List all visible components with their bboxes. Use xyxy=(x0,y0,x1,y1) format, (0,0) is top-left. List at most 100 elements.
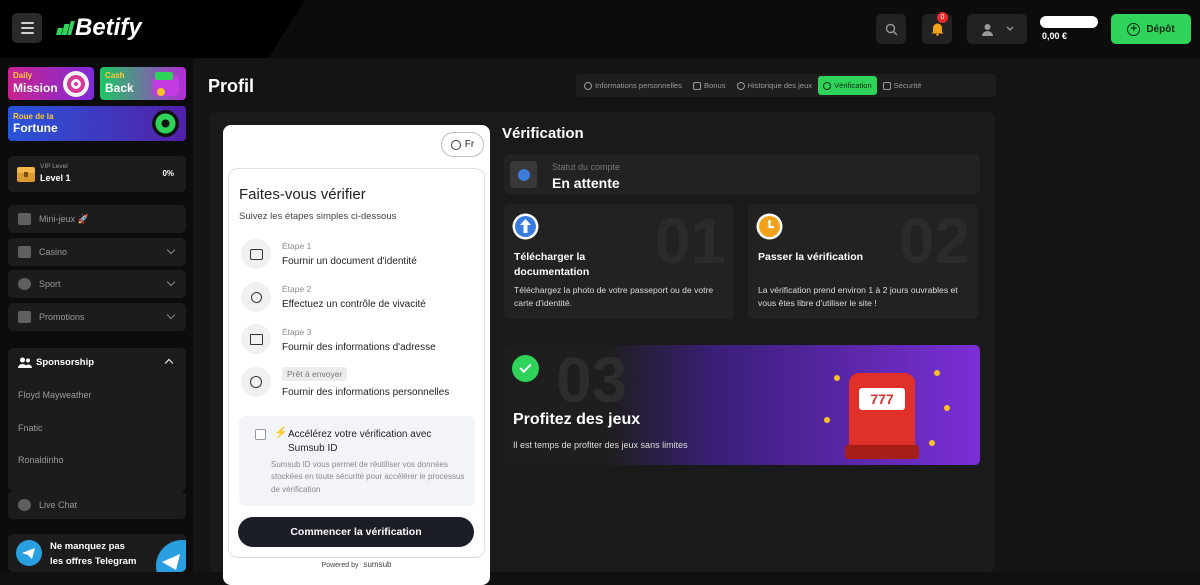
sponsorship-section: Sponsorship Floyd Mayweather Fnatic Rona… xyxy=(8,348,186,491)
step-card-play: 03 Profitez des jeux Il est temps de pro… xyxy=(504,345,980,465)
chevron-down-icon xyxy=(1006,26,1013,31)
slot-machine-icon xyxy=(18,246,31,258)
telegram-plane-icon xyxy=(156,540,186,572)
sumsub-id-checkbox[interactable] xyxy=(255,429,266,440)
cash-back-banner[interactable]: Cash Back xyxy=(100,67,186,100)
language-selector[interactable]: Fr xyxy=(441,132,484,157)
cash-big-label: Back xyxy=(105,81,134,95)
person-icon xyxy=(241,367,271,397)
tab-label: Vérification xyxy=(834,81,872,90)
daily-big-label: Mission xyxy=(13,81,58,95)
step-text[interactable]: Fournir un document d'identité xyxy=(282,256,417,267)
sumsub-id-title: Accélérez votre vérification avec Sumsub… xyxy=(288,429,432,454)
sponsorship-header[interactable]: Sponsorship xyxy=(36,357,94,368)
chat-icon xyxy=(18,499,31,511)
step-label: Étape 1 xyxy=(282,241,312,251)
tab-game-history[interactable]: Historique des jeux xyxy=(732,76,818,95)
brand-logo[interactable]: Betify xyxy=(56,14,142,42)
sumsub-id-desc: Sumsub ID vous permet de réutiliser vos … xyxy=(271,460,465,494)
home-icon xyxy=(241,324,271,354)
sidebar-item-sport[interactable]: Sport xyxy=(8,270,186,298)
vip-level-caption: VIP Level xyxy=(40,163,68,170)
tab-label: Sécurité xyxy=(893,81,922,90)
ready-badge: Prêt à envoyer xyxy=(282,367,348,381)
vip-level-card[interactable]: VIP Level Level 1 0% xyxy=(8,156,186,192)
coin-icon xyxy=(824,417,830,423)
coin-icon xyxy=(934,370,940,376)
sidebar-item-label: Mini-jeux 🚀 xyxy=(39,213,89,224)
step-text[interactable]: Fournir des informations d'adresse xyxy=(282,342,436,353)
chevron-down-icon xyxy=(166,245,176,255)
deposit-label: Dépôt xyxy=(1146,23,1175,35)
notifications-button[interactable]: 0 xyxy=(922,12,952,44)
sponsor-item[interactable]: Fnatic xyxy=(18,423,43,433)
balance-amount: 0,00 € xyxy=(1042,31,1068,41)
logo-background xyxy=(0,0,305,58)
top-bar: Betify 0 0,00 € + Dépôt xyxy=(0,0,1200,58)
sponsor-item[interactable]: Ronaldinho xyxy=(18,455,64,465)
verification-panel: Fr Faites-vous vérifier Suivez les étape… xyxy=(209,112,995,585)
search-icon xyxy=(885,23,897,35)
lock-icon xyxy=(882,81,891,90)
wheel-of-fortune-banner[interactable]: Roue de la Fortune xyxy=(8,106,186,141)
step-number: 02 xyxy=(898,205,970,277)
card-desc: Il est temps de profiter des jeux sans l… xyxy=(513,440,688,450)
fortune-big-label: Fortune xyxy=(13,121,58,135)
telegram-banner[interactable]: Ne manquez pas les offres Telegram xyxy=(8,534,186,572)
user-icon xyxy=(981,23,993,36)
chevron-up-icon[interactable] xyxy=(164,358,174,368)
id-card-icon xyxy=(241,239,271,269)
sumsub-subtitle: Suivez les étapes simples ci-dessous xyxy=(239,211,397,222)
live-chat-button[interactable]: Live Chat xyxy=(8,491,186,519)
tab-personal-info[interactable]: Informations personnelles xyxy=(579,76,687,95)
check-icon xyxy=(512,355,539,382)
sponsor-item[interactable]: Floyd Mayweather xyxy=(18,390,92,400)
logo-mark-icon xyxy=(56,21,75,35)
tab-verification[interactable]: Vérification xyxy=(818,76,877,95)
users-icon xyxy=(18,357,32,368)
tab-security[interactable]: Sécurité xyxy=(878,76,927,95)
step-card-verify: 02 Passer la vérification La vérificatio… xyxy=(748,204,978,319)
wheel-icon xyxy=(152,110,179,137)
sidebar-item-casino[interactable]: Casino xyxy=(8,238,186,266)
wallet-icon xyxy=(153,72,179,96)
globe-icon xyxy=(450,139,461,150)
menu-button[interactable] xyxy=(12,13,42,43)
fortune-small-label: Roue de la xyxy=(13,112,54,121)
step-label: Étape 2 xyxy=(282,284,312,294)
target-icon xyxy=(63,71,89,97)
page-title: Profil xyxy=(208,76,255,96)
main-content: Profil Informations personnelles Bonus H… xyxy=(193,58,1200,585)
slot-machine-illustration: 777 xyxy=(845,361,919,461)
vip-level-value: Level 1 xyxy=(40,173,71,183)
upload-arrow-icon xyxy=(512,213,539,240)
search-button[interactable] xyxy=(876,14,906,44)
daily-mission-banner[interactable]: Daily Mission xyxy=(8,67,94,100)
sumsub-widget: Fr Faites-vous vérifier Suivez les étape… xyxy=(223,125,490,585)
brand-name: Betify xyxy=(75,14,142,41)
slot-reels: 777 xyxy=(859,388,905,410)
cash-small-label: Cash xyxy=(105,71,125,80)
step-text[interactable]: Effectuez un contrôle de vivacité xyxy=(282,299,426,310)
tab-label: Bonus xyxy=(703,81,726,90)
deposit-button[interactable]: + Dépôt xyxy=(1111,14,1191,44)
redacted-username xyxy=(1040,16,1098,28)
tab-label: Informations personnelles xyxy=(595,81,682,90)
tab-bonus[interactable]: Bonus xyxy=(688,76,731,95)
card-title: Profitez des jeux xyxy=(513,411,641,428)
card-title: Passer la vérification xyxy=(758,251,864,263)
start-verification-button[interactable]: Commencer la vérification xyxy=(238,517,474,547)
user-menu-button[interactable] xyxy=(967,14,1027,44)
sidebar-item-promotions[interactable]: Promotions xyxy=(8,303,186,331)
live-chat-label: Live Chat xyxy=(39,500,78,510)
step-card-upload: 01 Télécharger la documentation Téléchar… xyxy=(504,204,734,319)
step-number: 03 xyxy=(556,345,628,416)
sidebar-item-mini-games[interactable]: Mini-jeux 🚀 xyxy=(8,205,186,233)
step-label: Étape 3 xyxy=(282,327,312,337)
daily-small-label: Daily xyxy=(13,71,33,80)
sidebar-item-label: Casino xyxy=(39,247,68,257)
powered-by: Powered by sumsub xyxy=(223,560,490,569)
step-text[interactable]: Fournir des informations personnelles xyxy=(282,387,449,398)
tab-label: Historique des jeux xyxy=(747,81,813,90)
card-title: Télécharger la documentation xyxy=(514,251,590,279)
